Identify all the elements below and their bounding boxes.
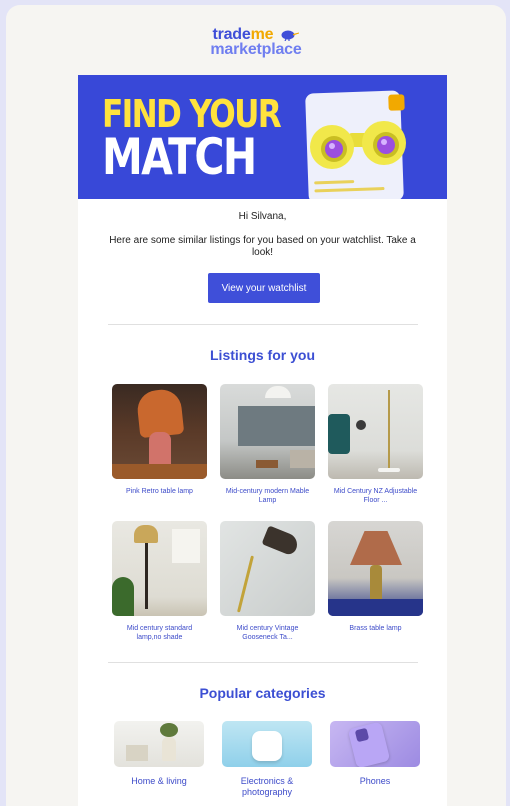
listing-image[interactable] (220, 384, 315, 479)
categories-title: Popular categories (199, 685, 326, 701)
trademe-logo[interactable]: trademe marketplace (6, 27, 506, 58)
lamp-shade (350, 531, 402, 565)
category-phones[interactable]: Phones (330, 721, 420, 787)
lamp-shade (261, 525, 301, 557)
listing-image[interactable] (328, 521, 423, 616)
listing-caption[interactable]: Brass table lamp (328, 624, 423, 633)
greeting-text: Hi Silvana, (238, 211, 287, 222)
category-caption[interactable]: Electronics & photography (222, 776, 312, 798)
phone (347, 721, 391, 767)
earbuds-case (252, 731, 282, 761)
listing-caption[interactable]: Mid century standard lamp,no shade (112, 624, 207, 642)
chair (328, 414, 350, 454)
sofa (328, 599, 423, 616)
table (112, 464, 207, 479)
listing-caption[interactable]: Mid-century modern Mable Lamp (220, 487, 315, 505)
sofa (290, 450, 315, 468)
wall-art (172, 529, 200, 563)
vase (162, 737, 176, 761)
listing-caption[interactable]: Mid century Vintage Gooseneck Ta... (220, 624, 315, 642)
category-image[interactable] (114, 721, 204, 767)
books (126, 745, 148, 761)
listing-card[interactable]: Mid-century modern Mable Lamp (220, 384, 315, 505)
listing-card[interactable]: Mid Century NZ Adjustable Floor ... (328, 384, 423, 505)
binoculars-icon (310, 121, 406, 169)
doc-line (314, 180, 355, 185)
doc-line (314, 186, 385, 193)
listing-card[interactable]: Brass table lamp (328, 521, 423, 633)
logo-text-marketplace: marketplace (210, 41, 302, 58)
category-image[interactable] (330, 721, 420, 767)
listing-card[interactable]: Mid century standard lamp,no shade (112, 521, 207, 642)
window (238, 406, 315, 446)
kiwi-bird-icon (281, 30, 299, 41)
listings-title: Listings for you (210, 347, 315, 363)
lamp-foot (378, 468, 400, 472)
hero-line-2: MATCH (102, 128, 257, 186)
lamp-head (356, 420, 366, 430)
category-home-living[interactable]: Home & living (114, 721, 204, 787)
category-caption[interactable]: Home & living (114, 776, 204, 787)
listing-image[interactable] (220, 521, 315, 616)
checkmark-icon (388, 94, 405, 111)
lamp-neck (237, 555, 254, 613)
lamp-pole (145, 543, 148, 609)
category-caption[interactable]: Phones (330, 776, 420, 787)
category-electronics[interactable]: Electronics & photography (222, 721, 312, 798)
view-watchlist-button[interactable]: View your watchlist (208, 273, 320, 303)
listing-caption[interactable]: Pink Retro table lamp (112, 487, 207, 496)
email-body: FIND YOUR MATCH Hi Silvana, Here are som… (78, 75, 447, 806)
category-image[interactable] (222, 721, 312, 767)
lamp-pole (388, 390, 390, 470)
lamp-shade (135, 387, 185, 439)
listing-card[interactable]: Pink Retro table lamp (112, 384, 207, 496)
listing-image[interactable] (112, 521, 207, 616)
email-card: trademe marketplace FIND YOUR MATCH Hi S… (6, 5, 506, 806)
listing-image[interactable] (112, 384, 207, 479)
listing-image[interactable] (328, 384, 423, 479)
divider (108, 324, 418, 325)
lamp-shade (265, 386, 291, 398)
divider (108, 662, 418, 663)
intro-text: Here are some similar listings for you b… (109, 235, 416, 258)
listing-card[interactable]: Mid century Vintage Gooseneck Ta... (220, 521, 315, 642)
lamp-shade (134, 525, 158, 543)
plant (160, 723, 178, 737)
listing-caption[interactable]: Mid Century NZ Adjustable Floor ... (328, 487, 423, 505)
hero-banner[interactable]: FIND YOUR MATCH (78, 75, 447, 199)
side-table (256, 460, 278, 468)
plant (112, 577, 134, 616)
